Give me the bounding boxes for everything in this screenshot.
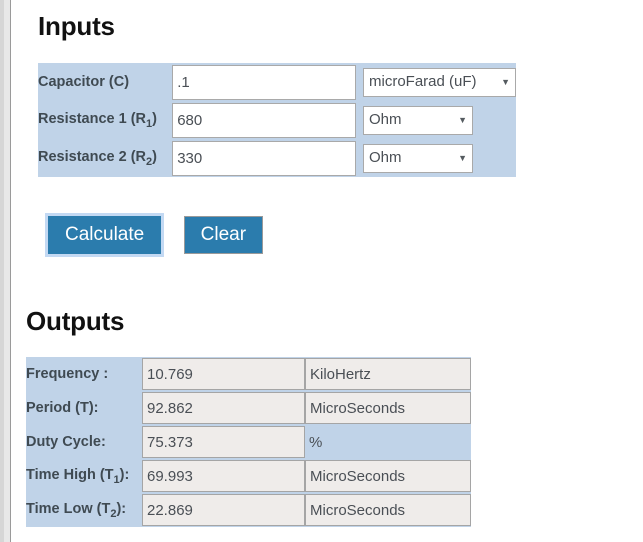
frequency-unit bbox=[305, 358, 471, 390]
duty-cycle-unit-cell: % bbox=[305, 425, 471, 459]
period-label-text: Period (T): bbox=[26, 400, 99, 416]
period-unit bbox=[305, 392, 471, 424]
capacitor-unit-select[interactable]: microFarad (uF) ▼ bbox=[363, 67, 516, 97]
time-low-unit bbox=[305, 494, 471, 526]
time-low-label: Time Low (T2): bbox=[26, 493, 142, 527]
time-low-label-text: Time Low (T bbox=[26, 500, 111, 517]
table-row: Capacitor (C) microFarad (uF) ▼ bbox=[38, 63, 516, 101]
resistance2-label-text: Resistance 2 (R bbox=[38, 148, 146, 165]
capacitor-label: Capacitor (C) bbox=[38, 63, 174, 101]
time-high-value bbox=[142, 460, 305, 492]
duty-cycle-unit: % bbox=[309, 433, 323, 451]
resistance1-unit-cell: Ohm ▼ bbox=[358, 101, 516, 139]
page-scrollbar[interactable] bbox=[0, 0, 11, 542]
inputs-section-title: Inputs bbox=[38, 11, 115, 41]
table-row: Period (T): bbox=[26, 391, 471, 425]
frequency-value bbox=[142, 358, 305, 390]
capacitor-value-cell bbox=[172, 63, 358, 101]
time-low-value bbox=[142, 494, 305, 526]
resistance2-input[interactable] bbox=[172, 140, 357, 176]
clear-button[interactable]: Clear bbox=[183, 216, 264, 254]
time-low-label-tail: ): bbox=[116, 500, 127, 517]
resistance1-label-tail: ) bbox=[152, 110, 157, 127]
resistance1-value-cell bbox=[172, 101, 358, 139]
resistance2-value-cell bbox=[172, 139, 358, 177]
resistance1-label: Resistance 1 (R1) bbox=[38, 101, 174, 139]
period-unit-cell bbox=[305, 391, 471, 425]
chevron-down-icon: ▼ bbox=[458, 114, 467, 125]
button-row: Calculate Clear bbox=[48, 216, 264, 254]
capacitor-label-text: Capacitor (C) bbox=[38, 74, 130, 90]
outputs-table: Frequency : Period (T): bbox=[26, 357, 471, 527]
capacitor-unit-label: microFarad (uF) bbox=[369, 73, 477, 90]
frequency-label-text: Frequency : bbox=[26, 366, 109, 382]
scrollbar-track[interactable] bbox=[0, 0, 4, 542]
table-row: Time High (T1): bbox=[26, 459, 471, 493]
resistance2-unit-label: Ohm bbox=[369, 149, 402, 166]
resistance2-label: Resistance 2 (R2) bbox=[38, 139, 174, 177]
resistance2-unit-cell: Ohm ▼ bbox=[358, 139, 516, 177]
table-row: Duty Cycle: % bbox=[26, 425, 471, 459]
time-high-value-cell bbox=[142, 459, 305, 493]
period-value bbox=[142, 392, 305, 424]
inputs-table: Capacitor (C) microFarad (uF) ▼ Resistan… bbox=[38, 63, 516, 177]
time-high-label-text: Time High (T bbox=[26, 466, 114, 483]
resistance1-unit-label: Ohm bbox=[369, 111, 402, 128]
frequency-unit-cell bbox=[305, 357, 471, 391]
page-content: Inputs Capacitor (C) microFarad (uF) ▼ bbox=[12, 0, 643, 542]
time-low-value-cell bbox=[142, 493, 305, 527]
resistance2-unit-select[interactable]: Ohm ▼ bbox=[363, 143, 473, 173]
resistance2-label-tail: ) bbox=[152, 148, 157, 165]
time-high-label: Time High (T1): bbox=[26, 459, 142, 493]
period-value-cell bbox=[142, 391, 305, 425]
resistance1-input[interactable] bbox=[172, 102, 357, 138]
time-high-unit bbox=[305, 460, 471, 492]
capacitor-unit-cell: microFarad (uF) ▼ bbox=[358, 63, 516, 101]
period-label: Period (T): bbox=[26, 391, 142, 425]
time-low-unit-cell bbox=[305, 493, 471, 527]
table-row: Frequency : bbox=[26, 357, 471, 391]
chevron-down-icon: ▼ bbox=[501, 76, 510, 87]
chevron-down-icon: ▼ bbox=[458, 152, 467, 163]
time-high-label-tail: ): bbox=[119, 466, 130, 483]
resistance1-label-text: Resistance 1 (R bbox=[38, 110, 146, 127]
duty-cycle-value-cell bbox=[142, 425, 305, 459]
time-high-unit-cell bbox=[305, 459, 471, 493]
frequency-value-cell bbox=[142, 357, 305, 391]
table-row: Resistance 2 (R2) Ohm ▼ bbox=[38, 139, 516, 177]
duty-cycle-label-text: Duty Cycle: bbox=[26, 434, 106, 450]
resistance1-unit-select[interactable]: Ohm ▼ bbox=[363, 105, 473, 135]
table-row: Time Low (T2): bbox=[26, 493, 471, 527]
frequency-label: Frequency : bbox=[26, 357, 142, 391]
calculate-button[interactable]: Calculate bbox=[48, 216, 162, 254]
capacitor-input[interactable] bbox=[172, 64, 357, 100]
outputs-section-title: Outputs bbox=[26, 306, 125, 336]
duty-cycle-label: Duty Cycle: bbox=[26, 425, 142, 459]
duty-cycle-value bbox=[142, 426, 305, 458]
table-row: Resistance 1 (R1) Ohm ▼ bbox=[38, 101, 516, 139]
